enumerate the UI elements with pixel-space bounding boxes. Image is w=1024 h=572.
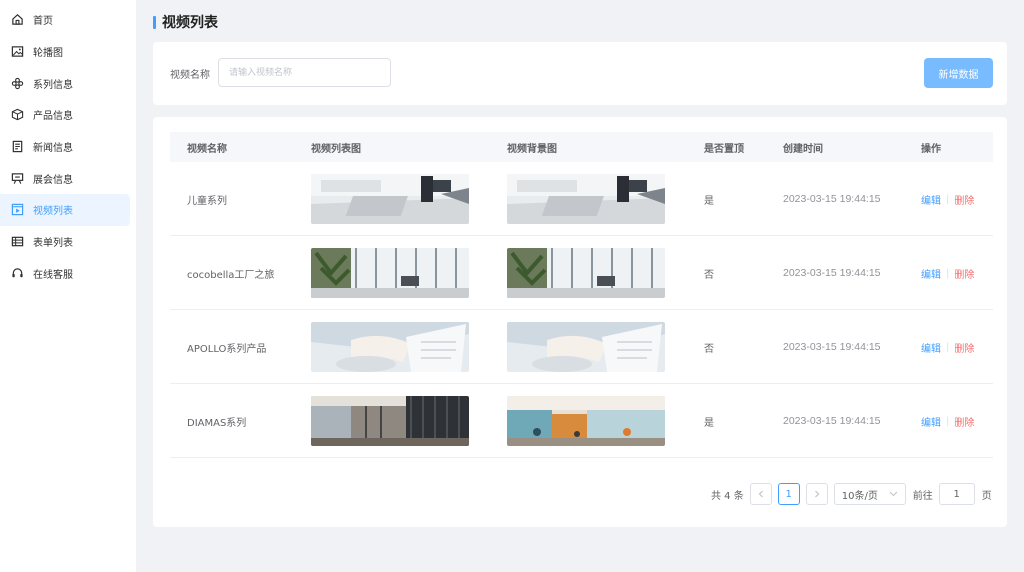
cell-pinned: 否 bbox=[704, 269, 714, 281]
box-icon bbox=[10, 108, 24, 122]
home-icon bbox=[10, 13, 24, 27]
goto-label: 前往 bbox=[912, 490, 933, 502]
table-row: DIAMAS系列 是 2023-03-15 19:44:15 编辑 | 删除 bbox=[170, 384, 993, 458]
search-card: 视频名称 新增数据 bbox=[153, 42, 1007, 105]
sidebar-item-label: 轮播图 bbox=[33, 48, 63, 60]
main-content: 视频列表 视频名称 新增数据 视频名称 视频列表图 视频背景图 是否置顶 创建时… bbox=[136, 0, 1024, 572]
cell-created-time: 2023-03-15 19:44:15 bbox=[783, 415, 881, 427]
page-size-value: 10条/页 bbox=[841, 490, 878, 502]
sidebar-item-label: 视频列表 bbox=[33, 206, 73, 218]
column-header-pinned: 是否置顶 bbox=[704, 143, 744, 155]
cell-pinned: 是 bbox=[704, 417, 714, 429]
cell-name: 儿童系列 bbox=[187, 195, 227, 207]
page-number-button[interactable]: 1 bbox=[777, 483, 800, 505]
video-list-thumbnail[interactable] bbox=[311, 396, 469, 446]
action-separator: | bbox=[946, 415, 950, 427]
edit-link[interactable]: 编辑 bbox=[921, 266, 941, 281]
document-icon bbox=[10, 140, 24, 154]
image-icon bbox=[10, 45, 24, 59]
cell-pinned: 是 bbox=[704, 195, 714, 207]
video-list-thumbnail[interactable] bbox=[311, 174, 469, 224]
edit-link[interactable]: 编辑 bbox=[921, 414, 941, 429]
cell-name: cocobella工厂之旅 bbox=[187, 269, 275, 281]
video-background-thumbnail[interactable] bbox=[507, 248, 665, 298]
column-header-created-time: 创建时间 bbox=[783, 143, 823, 155]
pagination: 共 4 条 1 10条/页 前往 页 bbox=[711, 482, 992, 506]
search-input[interactable] bbox=[218, 58, 391, 87]
column-header-name: 视频名称 bbox=[187, 143, 227, 155]
exhibition-icon bbox=[10, 171, 24, 185]
next-page-button[interactable] bbox=[805, 483, 828, 505]
sidebar-item-carousel[interactable]: 轮播图 bbox=[0, 36, 130, 68]
cell-name: APOLLO系列产品 bbox=[187, 343, 267, 355]
sidebar-item-label: 产品信息 bbox=[33, 111, 73, 123]
video-icon bbox=[10, 203, 24, 217]
chevron-right-icon bbox=[814, 490, 820, 498]
table-row: 儿童系列 是 2023-03-15 19:44:15 编辑 | 删除 bbox=[170, 162, 993, 236]
sidebar-item-forms[interactable]: 表单列表 bbox=[0, 226, 130, 258]
delete-link[interactable]: 删除 bbox=[954, 266, 974, 281]
table-header: 视频名称 视频列表图 视频背景图 是否置顶 创建时间 操作 bbox=[170, 132, 993, 162]
search-label: 视频名称 bbox=[170, 70, 210, 81]
headset-icon bbox=[10, 266, 24, 280]
page-size-select[interactable]: 10条/页 bbox=[833, 483, 906, 505]
sidebar-item-label: 首页 bbox=[33, 16, 53, 28]
sidebar-item-series[interactable]: 系列信息 bbox=[0, 67, 130, 99]
title-accent-bar bbox=[153, 15, 156, 29]
column-header-background-image: 视频背景图 bbox=[507, 143, 557, 155]
action-separator: | bbox=[946, 341, 950, 353]
video-background-thumbnail[interactable] bbox=[507, 174, 665, 224]
table-icon bbox=[10, 235, 24, 249]
cell-name: DIAMAS系列 bbox=[187, 417, 247, 429]
sidebar-item-label: 系列信息 bbox=[33, 79, 73, 91]
sidebar-item-home[interactable]: 首页 bbox=[0, 4, 130, 36]
edit-link[interactable]: 编辑 bbox=[921, 340, 941, 355]
video-list-thumbnail[interactable] bbox=[311, 248, 469, 298]
table-row: cocobella工厂之旅 否 2023-03-15 19:44:15 编辑 |… bbox=[170, 236, 993, 310]
video-background-thumbnail[interactable] bbox=[507, 322, 665, 372]
sidebar-item-news[interactable]: 新闻信息 bbox=[0, 131, 130, 163]
sidebar-item-video-list[interactable]: 视频列表 bbox=[0, 194, 130, 226]
page-title-text: 视频列表 bbox=[162, 15, 218, 31]
page-title: 视频列表 bbox=[153, 12, 218, 32]
cell-created-time: 2023-03-15 19:44:15 bbox=[783, 267, 881, 279]
delete-link[interactable]: 删除 bbox=[954, 414, 974, 429]
edit-link[interactable]: 编辑 bbox=[921, 192, 941, 207]
chevron-down-icon bbox=[889, 491, 898, 497]
video-list-thumbnail[interactable] bbox=[311, 322, 469, 372]
table-card: 视频名称 视频列表图 视频背景图 是否置顶 创建时间 操作 儿童系列 是 202… bbox=[153, 117, 1007, 527]
sidebar-item-label: 展会信息 bbox=[33, 174, 73, 186]
sidebar-item-label: 在线客服 bbox=[33, 269, 73, 281]
sidebar-item-exhibition[interactable]: 展会信息 bbox=[0, 162, 130, 194]
sidebar-item-label: 表单列表 bbox=[33, 238, 73, 250]
sidebar: 首页 轮播图 系列信息 产品信息 新闻信息 展会信息 视频列表 表单列表 在线客… bbox=[0, 0, 136, 572]
pagination-total: 共 4 条 bbox=[711, 490, 744, 502]
table-row: APOLLO系列产品 否 2023-03-15 19:44:15 编辑 | 删除 bbox=[170, 310, 993, 384]
prev-page-button[interactable] bbox=[749, 483, 772, 505]
cell-pinned: 否 bbox=[704, 343, 714, 355]
delete-link[interactable]: 删除 bbox=[954, 192, 974, 207]
cell-created-time: 2023-03-15 19:44:15 bbox=[783, 341, 881, 353]
sidebar-item-label: 新闻信息 bbox=[33, 143, 73, 155]
column-header-list-image: 视频列表图 bbox=[311, 143, 361, 155]
sidebar-item-support[interactable]: 在线客服 bbox=[0, 258, 130, 290]
delete-link[interactable]: 删除 bbox=[954, 340, 974, 355]
video-background-thumbnail[interactable] bbox=[507, 396, 665, 446]
column-header-actions: 操作 bbox=[921, 143, 941, 155]
action-separator: | bbox=[946, 193, 950, 205]
add-data-button[interactable]: 新增数据 bbox=[924, 58, 993, 88]
sidebar-item-products[interactable]: 产品信息 bbox=[0, 99, 130, 131]
cell-created-time: 2023-03-15 19:44:15 bbox=[783, 193, 881, 205]
goto-page-input[interactable] bbox=[938, 483, 975, 505]
page-suffix: 页 bbox=[981, 490, 992, 502]
chevron-left-icon bbox=[758, 490, 763, 498]
layers-icon bbox=[10, 76, 24, 90]
action-separator: | bbox=[946, 267, 950, 279]
